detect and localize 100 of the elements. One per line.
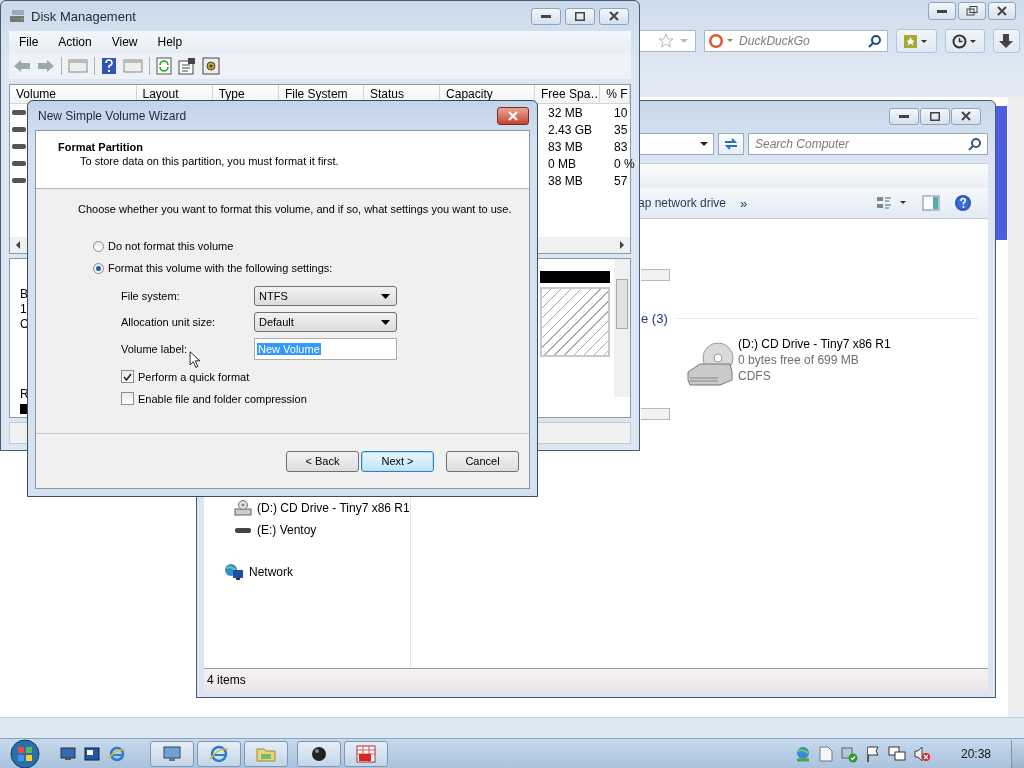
radio-option[interactable]: Do not format this volume — [93, 240, 234, 252]
windows-icon[interactable] — [84, 746, 100, 761]
help-icon[interactable] — [954, 194, 972, 212]
cd-drive-icon — [686, 342, 734, 386]
disk-tool-icon — [355, 744, 377, 763]
minimize-button[interactable] — [889, 107, 919, 125]
maximize-icon — [575, 11, 585, 21]
cd-drive-icon — [234, 500, 252, 516]
search-field[interactable]: Search Computer — [748, 133, 988, 155]
close-button[interactable] — [988, 2, 1016, 20]
page-subheading: To store data on this partition, you must format it first. — [79, 155, 340, 167]
refresh-button[interactable] — [718, 133, 744, 155]
muted-speaker-icon[interactable] — [912, 744, 931, 763]
search-icon[interactable] — [868, 34, 883, 48]
view-options-icon[interactable] — [876, 195, 908, 211]
more-button[interactable]: » — [740, 195, 748, 211]
dropdown-icon — [381, 319, 390, 325]
drive-space: 0 bytes free of 699 MB — [738, 352, 860, 368]
menu-item[interactable]: View — [111, 35, 138, 49]
capacity-bar — [641, 408, 670, 420]
minimize-icon — [937, 9, 947, 13]
volume-icon — [12, 178, 26, 184]
table-cell: 57 — [614, 173, 628, 188]
menu-item[interactable]: Action — [58, 35, 92, 49]
download-button[interactable] — [993, 29, 1020, 53]
close-button[interactable] — [497, 106, 529, 125]
clock[interactable]: 20:38 — [960, 746, 991, 761]
field-label: File system: — [121, 290, 181, 302]
checkbox-option[interactable]: Perform a quick format — [121, 370, 250, 383]
dropdown[interactable]: NTFS — [254, 286, 397, 306]
close-button[interactable] — [951, 107, 981, 125]
nav-item[interactable]: Network — [224, 563, 410, 581]
minimize-button[interactable] — [928, 2, 956, 20]
partition-header — [540, 271, 610, 283]
folder-icon — [256, 745, 276, 762]
refresh-icon[interactable] — [156, 57, 172, 75]
scroll-thumb[interactable] — [616, 279, 628, 329]
scroll-right-icon[interactable] — [619, 241, 625, 249]
history-button[interactable] — [944, 29, 985, 53]
nav-item[interactable]: (D:) CD Drive - Tiny7 x86 R1 — [224, 499, 410, 517]
restore-button[interactable] — [958, 2, 986, 20]
dropdown-icon[interactable] — [699, 141, 709, 147]
scroll-left-icon[interactable] — [15, 241, 21, 249]
maximize-icon — [930, 111, 940, 121]
dialog-button[interactable]: < Back — [286, 450, 359, 472]
volume-icon — [12, 110, 26, 116]
checkbox-option[interactable]: Enable file and folder compression — [121, 392, 307, 405]
preview-pane-icon[interactable] — [922, 195, 940, 211]
settings-icon[interactable] — [202, 57, 220, 75]
browser-icon[interactable] — [108, 745, 126, 762]
search-icon[interactable] — [968, 137, 982, 151]
column-header[interactable]: Volume — [10, 85, 137, 103]
disk-management-icon — [9, 8, 27, 24]
dropdown[interactable]: Default — [254, 312, 397, 332]
properties-icon[interactable] — [178, 57, 196, 75]
minimize-icon — [899, 114, 909, 118]
minimize-button[interactable] — [531, 7, 561, 25]
maximize-button[interactable] — [920, 107, 950, 125]
vertical-scrollbar[interactable] — [614, 259, 630, 397]
down-arrow-icon — [999, 34, 1014, 48]
column-header[interactable]: Free Spa… — [535, 85, 601, 103]
table-cell: 0 % — [614, 156, 635, 171]
item-count: 4 items — [207, 673, 246, 687]
field-label: Allocation unit size: — [121, 316, 217, 328]
menu-item[interactable]: Help — [157, 35, 183, 49]
window-title: New Simple Volume Wizard — [38, 108, 187, 123]
computer-icon — [163, 745, 181, 762]
maximize-button[interactable] — [565, 7, 595, 25]
shield-check-icon[interactable] — [839, 744, 858, 763]
network-icon[interactable] — [887, 744, 906, 763]
document-icon[interactable] — [818, 745, 833, 762]
table-cell: 35 — [614, 122, 628, 137]
window-title: Disk Management — [31, 8, 136, 24]
file-system: CDFS — [738, 368, 772, 384]
table-cell: 38 MB — [548, 173, 583, 188]
close-icon — [508, 110, 518, 121]
star-icon[interactable] — [658, 33, 675, 49]
start-button[interactable] — [8, 738, 42, 768]
menu-item[interactable]: File — [19, 35, 39, 49]
nav-item[interactable]: (E:) Ventoy — [224, 521, 410, 539]
scrollbar[interactable] — [1008, 97, 1024, 718]
help-icon[interactable] — [101, 57, 117, 75]
instruction-text: Choose whether you want to format this volume, and if so, what settings you want to use. — [78, 202, 512, 216]
radio-option[interactable]: Format this volume with the following settings: — [93, 262, 333, 274]
refresh-icon — [724, 138, 738, 150]
page-heading: Format Partition — [58, 141, 144, 153]
close-button[interactable] — [599, 7, 629, 25]
dialog-button[interactable]: Next > — [361, 450, 434, 472]
dropdown-icon — [381, 293, 390, 299]
table-cell: 83 MB — [548, 139, 583, 154]
close-icon — [609, 11, 619, 21]
desktop-icon[interactable] — [60, 746, 76, 761]
browser-icon — [209, 744, 229, 763]
column-header[interactable]: % F — [600, 85, 630, 103]
flag-icon[interactable] — [864, 744, 881, 763]
search-field[interactable]: DuckDuckGo — [704, 30, 889, 52]
drive-item[interactable]: (D:) CD Drive - Tiny7 x86 R1 0 bytes free of 699 MB CDFS — [684, 334, 893, 388]
taskbar-button[interactable] — [297, 740, 341, 767]
dialog-button[interactable]: Cancel — [446, 450, 519, 472]
restore-icon — [966, 6, 978, 16]
